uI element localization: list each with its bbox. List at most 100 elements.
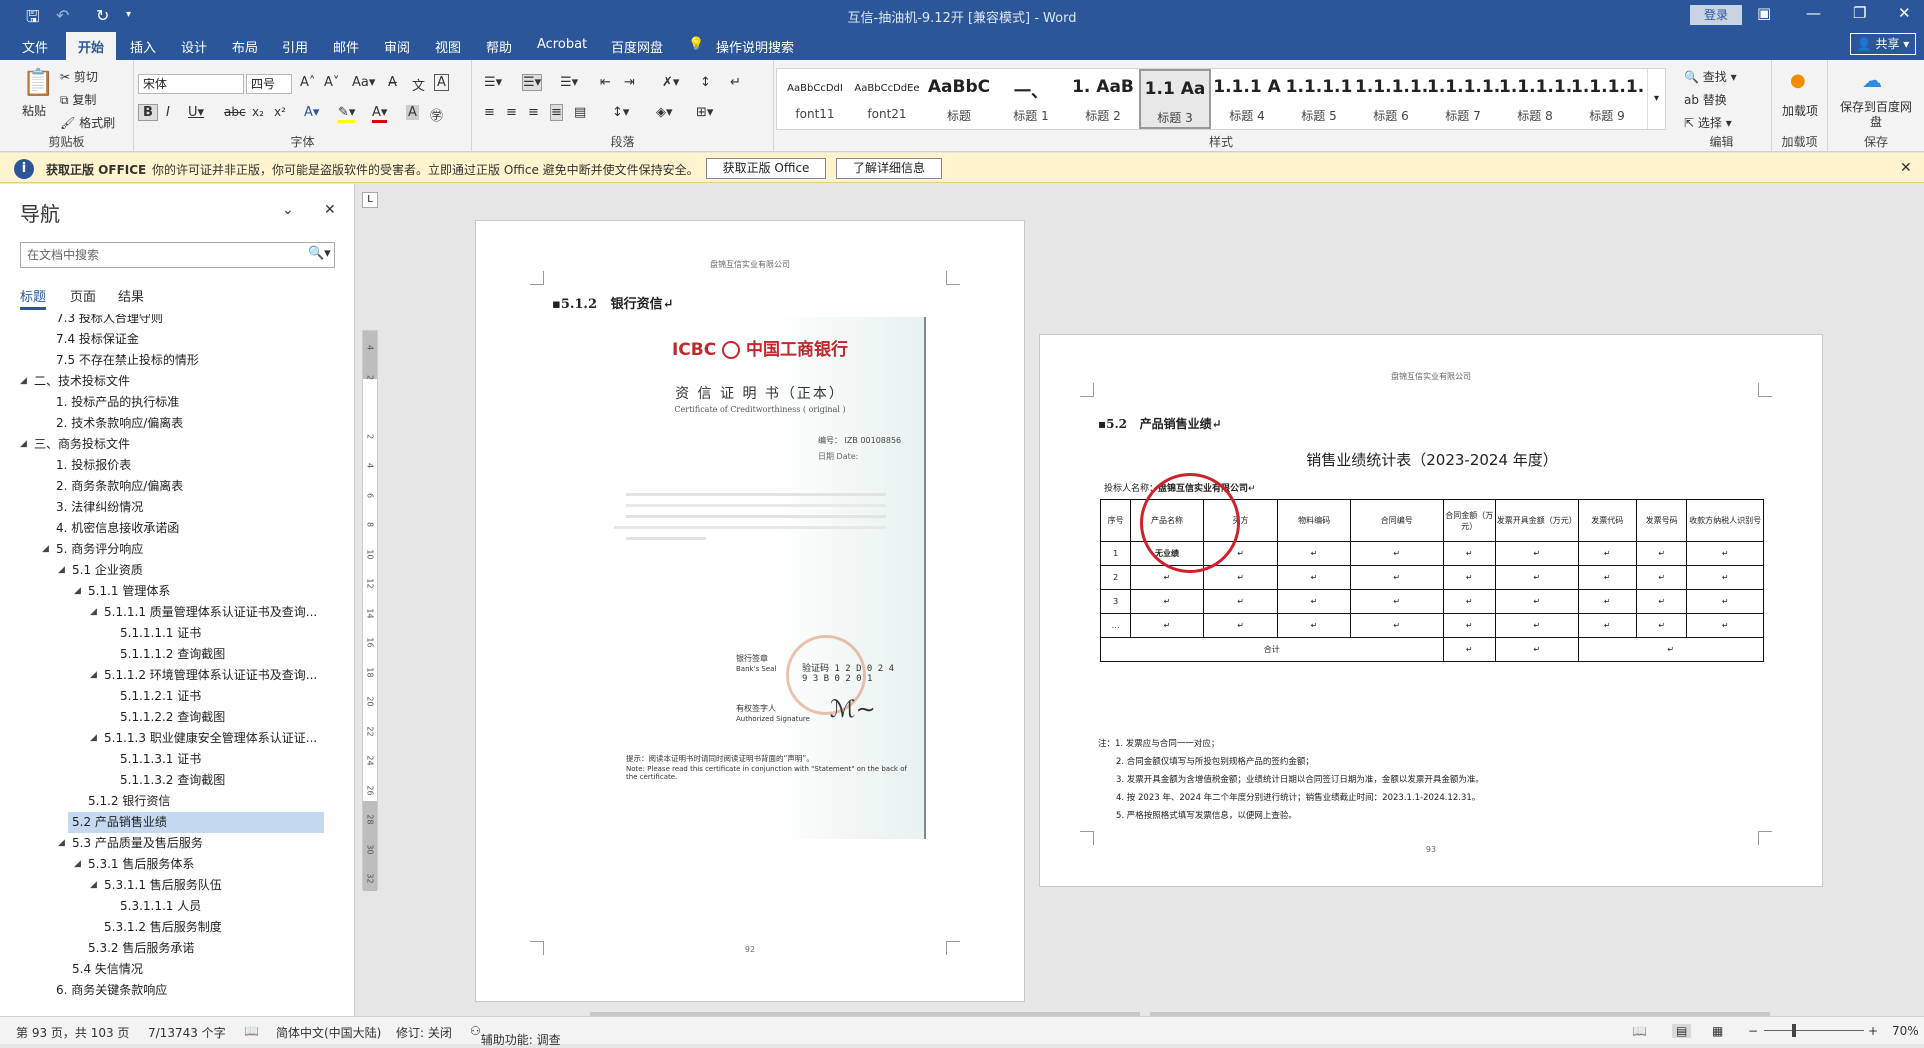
table-cell[interactable]: ↵ xyxy=(1635,541,1688,566)
copy-button[interactable]: ⧉ 复制 xyxy=(60,91,96,108)
table-cell[interactable]: ↵ xyxy=(1686,565,1764,590)
row-number[interactable]: 1 xyxy=(1099,541,1132,566)
decrease-indent-icon[interactable]: ⇤ xyxy=(600,75,611,90)
borders-icon[interactable]: ⊞▾ xyxy=(696,105,713,120)
table-cell[interactable]: ↵ xyxy=(1277,613,1351,638)
nav-heading-item[interactable]: ◢ 5.3 产品质量及售后服务 xyxy=(0,833,340,854)
nav-heading-item[interactable]: 5.3.2 售后服务承诺 xyxy=(0,938,340,959)
enclose-char-icon[interactable]: ㊫ xyxy=(430,105,443,124)
tab-file[interactable]: 文件 xyxy=(22,37,48,56)
bold-icon[interactable]: B xyxy=(138,104,158,121)
nav-heading-item[interactable]: ◢ 三、商务投标文件 xyxy=(0,434,340,455)
page-93[interactable]: 盘锦互信实业有限公司 ▪5.2 产品销售业绩↵ 销售业绩统计表（2023-202… xyxy=(1039,334,1823,887)
char-border-icon[interactable]: A xyxy=(434,74,449,91)
nav-heading-item[interactable]: 5.1.2 银行资信 xyxy=(0,791,340,812)
multilevel-icon[interactable]: ☰▾ xyxy=(560,75,578,90)
table-cell[interactable]: ↵ xyxy=(1686,589,1764,614)
save-baidu-button[interactable]: 保存到百度网盘 xyxy=(1836,100,1916,130)
table-cell[interactable]: ↵ xyxy=(1494,613,1579,638)
login-button[interactable]: 登录 xyxy=(1690,5,1742,25)
increase-indent-icon[interactable]: ⇥ xyxy=(624,75,635,90)
style-1[interactable]: AaBbCcDdEe font21 xyxy=(851,69,923,129)
style-2[interactable]: AaBbC 标题 xyxy=(923,69,995,129)
table-header-cell[interactable]: 发票号码 xyxy=(1635,499,1688,542)
collapse-triangle-icon[interactable]: ◢ xyxy=(90,875,97,896)
restore-icon[interactable]: ❐ xyxy=(1853,4,1866,22)
addins-button[interactable]: 加载项 xyxy=(1780,102,1820,119)
table-cell[interactable]: ↵ xyxy=(1577,637,1765,662)
table-cell[interactable]: ↵ xyxy=(1577,589,1637,614)
style-11[interactable]: 1.1.1.1.1.1 标题 9 xyxy=(1571,69,1643,129)
find-button[interactable]: 🔍 查找 ▾ xyxy=(1684,68,1737,85)
tab-selector[interactable]: L xyxy=(362,192,378,208)
table-cell[interactable]: ↵ xyxy=(1442,637,1496,662)
style-10[interactable]: 1.1.1.1.1.1 标题 8 xyxy=(1499,69,1571,129)
zoom-in-icon[interactable]: + xyxy=(1868,1024,1878,1038)
nav-heading-item[interactable]: 1. 投标报价表 xyxy=(0,455,340,476)
nav-tab-results[interactable]: 结果 xyxy=(118,286,144,305)
table-cell[interactable]: ↵ xyxy=(1349,565,1444,590)
nav-heading-item[interactable]: 1. 投标产品的执行标准 xyxy=(0,392,340,413)
minimize-icon[interactable]: — xyxy=(1806,4,1821,22)
nav-heading-item[interactable]: 2. 技术条款响应/偏离表 xyxy=(0,413,340,434)
nav-heading-item[interactable]: 7.3 投标人合理守则 xyxy=(0,314,340,329)
underline-icon[interactable]: U▾ xyxy=(188,105,204,120)
nav-heading-item[interactable]: ◢ 5.1.1 管理体系 xyxy=(0,581,340,602)
tab-references[interactable]: 引用 xyxy=(282,37,308,56)
justify-icon[interactable]: ≡ xyxy=(550,104,563,121)
proofing-icon[interactable]: 📖 xyxy=(244,1024,259,1038)
zoom-slider-thumb[interactable] xyxy=(1792,1024,1796,1037)
table-cell[interactable]: ↵ xyxy=(1494,565,1579,590)
collapse-triangle-icon[interactable]: ◢ xyxy=(74,854,81,875)
tab-review[interactable]: 审阅 xyxy=(384,37,410,56)
nav-heading-item[interactable]: ◢ 5. 商务评分响应 xyxy=(0,539,340,560)
table-cell[interactable]: ↵ xyxy=(1277,541,1351,566)
table-cell[interactable]: ↵ xyxy=(1686,541,1764,566)
table-cell[interactable]: ↵ xyxy=(1349,613,1444,638)
numbering-icon[interactable]: ☰▾ xyxy=(522,74,543,91)
style-7[interactable]: 1.1.1.1 标题 5 xyxy=(1283,69,1355,129)
tab-baidu[interactable]: 百度网盘 xyxy=(611,37,663,56)
text-effects-icon[interactable]: A▾ xyxy=(304,105,319,120)
table-cell[interactable]: ↵ xyxy=(1349,589,1444,614)
char-shading-icon[interactable]: A xyxy=(406,105,419,120)
nav-heading-item[interactable]: 5.1.1.2.1 证书 xyxy=(0,686,340,707)
font-name-select[interactable]: 宋体 xyxy=(138,74,244,94)
zoom-slider[interactable] xyxy=(1764,1030,1864,1031)
zoom-out-icon[interactable]: − xyxy=(1748,1024,1758,1038)
tab-design[interactable]: 设计 xyxy=(181,37,207,56)
tab-acrobat[interactable]: Acrobat xyxy=(537,37,587,52)
style-8[interactable]: 1.1.1.1.1 标题 6 xyxy=(1355,69,1427,129)
nav-tab-headings[interactable]: 标题 xyxy=(20,286,47,310)
read-mode-icon[interactable]: 📖 xyxy=(1632,1024,1647,1038)
nav-heading-item[interactable]: 5.1.1.3.1 证书 xyxy=(0,749,340,770)
language[interactable]: 简体中文(中国大陆) xyxy=(276,1024,381,1041)
table-cell[interactable]: ↵ xyxy=(1494,541,1579,566)
align-center-icon[interactable]: ≡ xyxy=(506,105,517,120)
tab-insert[interactable]: 插入 xyxy=(130,37,156,56)
ribbon-display-icon[interactable]: ▣ xyxy=(1757,4,1771,22)
nav-heading-item[interactable]: 5.1.1.1.2 查询截图 xyxy=(0,644,340,665)
word-count[interactable]: 7/13743 个字 xyxy=(148,1024,226,1041)
shrink-font-icon[interactable]: A˅ xyxy=(324,75,339,90)
pinyin-icon[interactable]: 文 xyxy=(412,75,425,94)
style-0[interactable]: AaBbCcDdI font11 xyxy=(779,69,851,129)
table-cell[interactable]: ↵ xyxy=(1202,589,1279,614)
clear-format-icon[interactable]: A̶ xyxy=(388,75,397,90)
table-header-cell[interactable]: 合同编号 xyxy=(1349,499,1444,542)
align-right-icon[interactable]: ≡ xyxy=(528,105,539,120)
nav-heading-item[interactable]: 6. 商务关键条款响应 xyxy=(0,980,340,1001)
accessibility-status[interactable]: ⚇ 辅助功能: 调查 xyxy=(470,1024,561,1047)
addins-icon[interactable]: ● xyxy=(1790,70,1806,91)
table-cell[interactable]: ↵ xyxy=(1577,613,1637,638)
nav-heading-item[interactable]: 5.1.1.3.2 查询截图 xyxy=(0,770,340,791)
shading-icon[interactable]: ◈▾ xyxy=(656,105,673,120)
table-header-cell[interactable]: 物料编码 xyxy=(1277,499,1351,542)
table-cell[interactable]: ↵ xyxy=(1442,589,1496,614)
nav-heading-item[interactable]: ◢ 5.3.1.1 售后服务队伍 xyxy=(0,875,340,896)
table-cell[interactable]: ↵ xyxy=(1494,637,1579,662)
nav-heading-item[interactable]: 5.4 失信情况 xyxy=(0,959,340,980)
tell-me-search[interactable]: 操作说明搜索 xyxy=(716,37,794,56)
nav-heading-item[interactable]: ◢ 5.3.1 售后服务体系 xyxy=(0,854,340,875)
nav-heading-item[interactable]: 3. 法律纠纷情况 xyxy=(0,497,340,518)
